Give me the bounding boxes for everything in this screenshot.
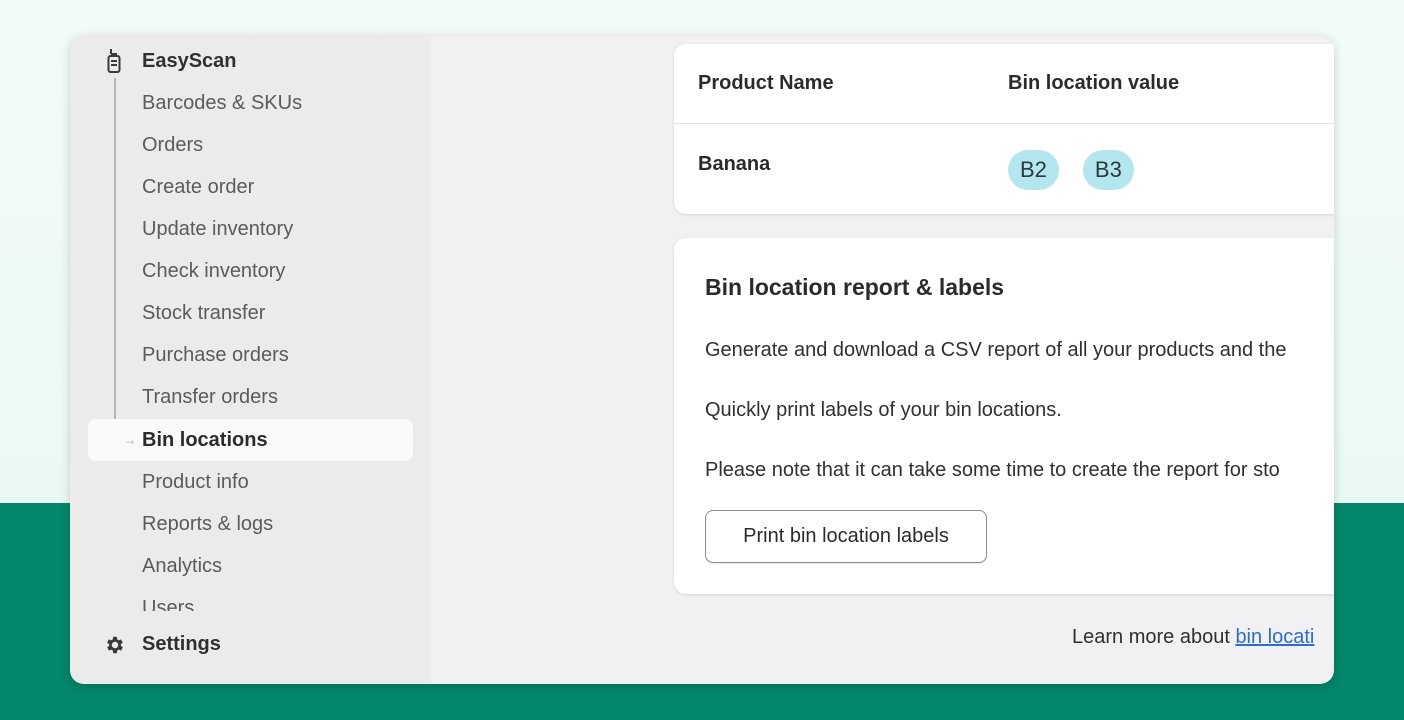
sidebar-item-transfer-orders[interactable]: Transfer orders (88, 376, 413, 418)
tree-arrow-icon: → (124, 433, 136, 447)
sidebar-item-stock-transfer[interactable]: Stock transfer (88, 292, 413, 334)
main-content: Product Name Bin location value Banana B… (431, 36, 1334, 684)
sidebar-item-orders[interactable]: Orders (88, 124, 413, 166)
report-card-title: Bin location report & labels (705, 274, 1005, 300)
learn-more-link[interactable]: bin locati (1235, 626, 1314, 648)
sidebar-item-analytics[interactable]: Analytics (88, 545, 413, 587)
print-labels-button[interactable]: Print bin location labels (705, 510, 987, 563)
column-header-product: Product Name (698, 72, 834, 94)
table-header: Product Name Bin location value (674, 44, 1334, 124)
sidebar-item-check-inventory[interactable]: Check inventory (88, 250, 413, 292)
sidebar-item-label: Purchase orders (142, 343, 289, 366)
report-card: Bin location report & labels Generate an… (674, 238, 1334, 594)
sidebar-item-label: Product info (142, 470, 249, 493)
bin-table-card: Product Name Bin location value Banana B… (674, 44, 1334, 214)
sidebar-item-label: Bin locations (142, 428, 268, 451)
app-name: EasyScan (142, 50, 237, 72)
sidebar: EasyScan Barcodes & SKUs Orders Create o… (70, 36, 431, 684)
sidebar-item-update-inventory[interactable]: Update inventory (88, 208, 413, 250)
sidebar-item-reports-logs[interactable]: Reports & logs (88, 503, 413, 545)
labels-description: Quickly print labels of your bin locatio… (705, 399, 1062, 421)
sidebar-item-product-info[interactable]: Product info (88, 461, 413, 503)
sidebar-item-label: Orders (142, 133, 204, 156)
sidebar-item-purchase-orders[interactable]: Purchase orders (88, 334, 413, 376)
bin-badge: B2 (1008, 150, 1059, 190)
sidebar-item-label: Barcodes & SKUs (142, 91, 303, 114)
sidebar-item-barcodes[interactable]: Barcodes & SKUs (88, 82, 413, 124)
sidebar-item-label: Transfer orders (142, 385, 278, 408)
learn-more-text: Learn more about (1072, 626, 1236, 648)
sidebar-item-bin-locations[interactable]: Bin locations (88, 419, 413, 461)
bin-badges: B2 B3 (1008, 150, 1134, 190)
scanner-icon (107, 49, 121, 73)
sidebar-item-label: Update inventory (142, 217, 294, 240)
settings-label: Settings (142, 633, 221, 655)
sidebar-item-label: Reports & logs (142, 512, 274, 535)
sidebar-item-settings[interactable]: Settings (70, 626, 431, 664)
sidebar-item-create-order[interactable]: Create order (88, 166, 413, 208)
sidebar-item-label: Stock transfer (142, 301, 266, 324)
sidebar-item-label: Users (142, 596, 195, 612)
bin-badge: B3 (1082, 150, 1134, 190)
app-header[interactable]: EasyScan (70, 44, 431, 78)
report-description: Generate and download a CSV report of al… (705, 339, 1287, 361)
gear-icon (107, 636, 123, 654)
sidebar-nav: EasyScan Barcodes & SKUs Orders Create o… (70, 36, 431, 611)
sidebar-item-label: Check inventory (142, 259, 286, 282)
sidebar-item-label: Create order (142, 175, 255, 198)
report-note: Please note that it can take some time t… (705, 459, 1280, 481)
app-window: EasyScan Barcodes & SKUs Orders Create o… (70, 36, 1334, 684)
sidebar-item-label: Analytics (142, 554, 223, 577)
column-header-bin-location: Bin location value (1008, 72, 1180, 94)
product-name-cell: Banana (698, 153, 771, 175)
learn-more: Learn more about bin locati (1072, 626, 1314, 649)
sidebar-item-users[interactable]: Users (88, 587, 413, 612)
